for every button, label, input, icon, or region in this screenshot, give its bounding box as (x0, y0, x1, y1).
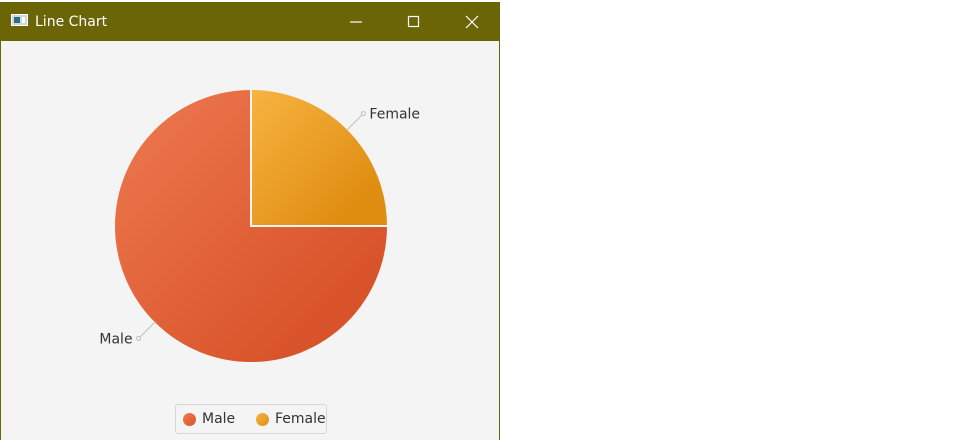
window-app-icon (11, 14, 28, 26)
label-leader-male (138, 321, 156, 339)
legend-item-male: Male (183, 405, 235, 433)
close-button[interactable] (443, 3, 499, 41)
label-anchor-male (136, 335, 142, 341)
app-window: Line Chart Male Female Male Female (0, 2, 500, 440)
legend-marker-female (256, 412, 269, 426)
pie-slice-female (250, 87, 390, 227)
legend-label-female: Female (275, 411, 326, 427)
label-anchor-female (360, 111, 366, 117)
pie-label-male: Male (99, 331, 132, 347)
chart-legend: Male Female (175, 404, 327, 434)
window-title: Line Chart (35, 14, 108, 30)
maximize-button[interactable] (385, 3, 443, 41)
label-leader-female (346, 113, 364, 131)
minimize-button[interactable] (327, 3, 385, 41)
legend-label-male: Male (202, 411, 236, 427)
legend-item-female: Female (256, 405, 326, 433)
legend-marker-male (183, 412, 196, 426)
pie-label-female: Female (369, 107, 420, 123)
title-bar[interactable]: Line Chart (1, 3, 499, 41)
maximize-icon (407, 15, 420, 28)
close-icon (465, 15, 479, 29)
minimize-icon (350, 21, 362, 23)
pie-chart: Male Female (99, 87, 420, 364)
